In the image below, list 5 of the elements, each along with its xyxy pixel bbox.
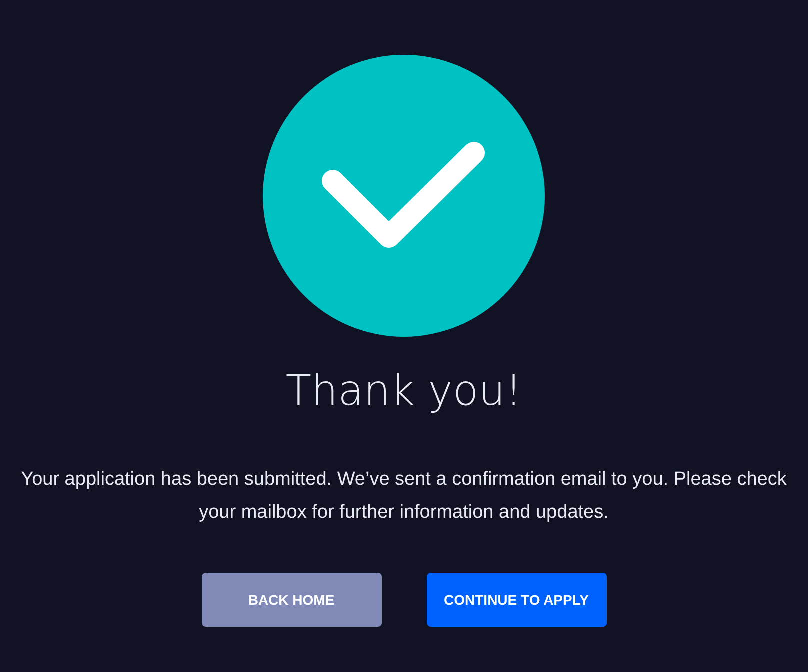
action-button[interactable]: BACK HOME xyxy=(202,573,382,627)
check-circle-icon xyxy=(263,55,545,337)
page-title: Thank you! xyxy=(286,365,522,417)
action-button[interactable]: CONTINUE TO APPLY xyxy=(426,573,606,627)
confirmation-message: Your application has been submitted. We’ve sent a confirmation email to you. Please check your mailbox for further information and updates. xyxy=(20,468,788,525)
